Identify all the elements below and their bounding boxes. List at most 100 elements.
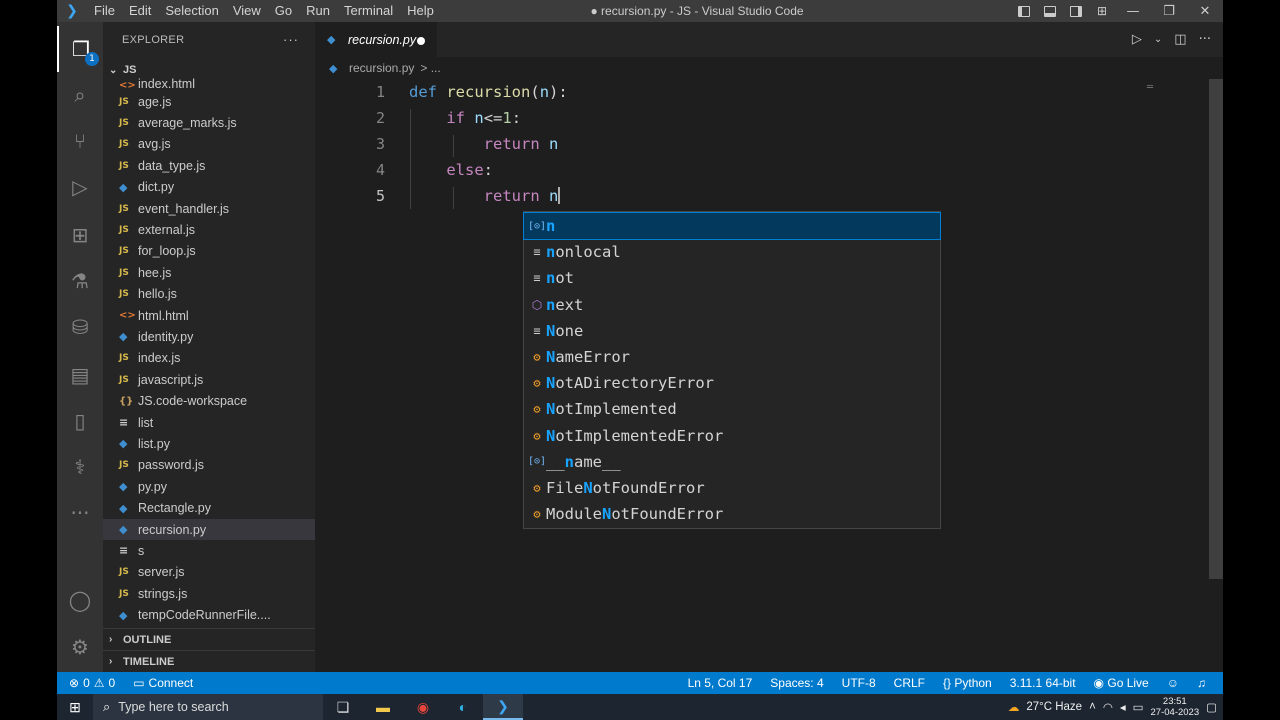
language-mode[interactable]: {} Python bbox=[934, 676, 1001, 690]
account-icon[interactable]: ◯ bbox=[57, 577, 103, 623]
more-icon[interactable]: ··· bbox=[57, 490, 103, 536]
suggestion-item[interactable]: ≡ not bbox=[524, 265, 940, 291]
menu-file[interactable]: File bbox=[87, 0, 122, 22]
menu-run[interactable]: Run bbox=[299, 0, 337, 22]
minimize-button[interactable]: — bbox=[1115, 0, 1151, 22]
task-view-icon[interactable]: ❏ bbox=[323, 694, 363, 720]
files-icon[interactable]: ❐ 1 bbox=[57, 26, 103, 72]
file-item[interactable]: JS strings.js bbox=[103, 583, 315, 604]
suggestion-item[interactable]: ⚙ NameError bbox=[524, 344, 940, 370]
timeline-section[interactable]: › TIMELINE bbox=[103, 650, 315, 672]
python-icon[interactable]: ⚕ bbox=[57, 444, 103, 490]
file-item[interactable]: JS javascript.js bbox=[103, 369, 315, 390]
windows-start-icon[interactable]: ⊞ bbox=[57, 694, 93, 720]
editor-scrollbar[interactable] bbox=[1209, 79, 1223, 579]
file-item[interactable]: JS age.js bbox=[103, 91, 315, 112]
suggestion-item[interactable]: ⚙ NotImplemented bbox=[524, 396, 940, 422]
file-item[interactable]: ◆ Rectangle.py bbox=[103, 497, 315, 518]
file-item[interactable]: <> index.html bbox=[103, 77, 315, 91]
suggestion-item[interactable]: ⚙ FileNotFoundError bbox=[524, 475, 940, 501]
error-count[interactable]: 0 bbox=[83, 676, 90, 690]
file-item[interactable]: ◆ tempCodeRunnerFile.... bbox=[103, 604, 315, 625]
database-icon[interactable]: ⛁ bbox=[57, 304, 103, 350]
split-editor-icon[interactable]: ◫ bbox=[1174, 32, 1186, 47]
file-item[interactable]: ≡ s bbox=[103, 540, 315, 561]
suggestion-item[interactable]: [⊙] __name__ bbox=[524, 449, 940, 475]
restore-button[interactable]: ❐ bbox=[1151, 0, 1187, 22]
run-debug-icon[interactable]: ▷ bbox=[57, 164, 103, 210]
python-interpreter[interactable]: 3.11.1 64-bit bbox=[1001, 676, 1085, 690]
file-item[interactable]: JS average_marks.js bbox=[103, 112, 315, 133]
suggestion-item[interactable]: ⚙ NotImplementedError bbox=[524, 423, 940, 449]
suggestion-item[interactable]: ⚙ NotADirectoryError bbox=[524, 370, 940, 396]
search-icon[interactable]: ⌕ bbox=[57, 72, 103, 118]
file-item[interactable]: ◆ identity.py bbox=[103, 326, 315, 347]
indentation[interactable]: Spaces: 4 bbox=[761, 676, 832, 690]
cursor-position[interactable]: Ln 5, Col 17 bbox=[679, 676, 762, 690]
bookmark-icon[interactable]: ▯ bbox=[57, 398, 103, 444]
file-item[interactable]: ◆ list.py bbox=[103, 433, 315, 454]
source-control-icon[interactable]: ⑂ bbox=[57, 118, 103, 164]
toggle-primary-sidebar-icon[interactable] bbox=[1011, 0, 1037, 22]
weather-text[interactable]: 27°C Haze bbox=[1026, 701, 1082, 713]
battery-icon[interactable]: ▭ bbox=[1133, 700, 1144, 714]
suggestion-item[interactable]: ≡ nonlocal bbox=[524, 239, 940, 265]
outline-section[interactable]: › OUTLINE bbox=[103, 628, 315, 650]
customize-layout-icon[interactable]: ⊞ bbox=[1089, 0, 1115, 22]
close-window-button[interactable]: ✕ bbox=[1187, 0, 1223, 22]
run-file-icon[interactable]: ▷ bbox=[1132, 32, 1142, 47]
file-item[interactable]: ◆ dict.py bbox=[103, 177, 315, 198]
file-item[interactable]: JS data_type.js bbox=[103, 155, 315, 176]
notifications-bell-icon[interactable]: ♫ bbox=[1188, 676, 1215, 690]
encoding[interactable]: UTF-8 bbox=[833, 676, 885, 690]
file-item[interactable]: ≡ list bbox=[103, 412, 315, 433]
end-of-line[interactable]: CRLF bbox=[885, 676, 934, 690]
taskbar-search[interactable]: ⌕ Type here to search bbox=[93, 694, 323, 720]
testing-icon[interactable]: ⚗ bbox=[57, 258, 103, 304]
warnings-icon[interactable]: ⚠ bbox=[94, 676, 105, 690]
file-explorer-icon[interactable]: ▬ bbox=[363, 694, 403, 720]
menu-view[interactable]: View bbox=[226, 0, 268, 22]
file-item[interactable]: JS avg.js bbox=[103, 134, 315, 155]
file-item[interactable]: <> html.html bbox=[103, 305, 315, 326]
file-item[interactable]: JS index.js bbox=[103, 348, 315, 369]
more-actions-icon[interactable]: ··· bbox=[1199, 32, 1211, 47]
warning-count[interactable]: 0 bbox=[109, 676, 116, 690]
suggestion-item[interactable]: ⬡ next bbox=[524, 292, 940, 318]
menu-help[interactable]: Help bbox=[400, 0, 441, 22]
suggestion-item[interactable]: [⊙] n bbox=[523, 211, 941, 241]
breadcrumb-symbols[interactable]: > ... bbox=[420, 61, 440, 75]
tab-recursion-py[interactable]: ◆ recursion.py bbox=[315, 22, 437, 57]
chevron-up-icon[interactable]: ˄ bbox=[1089, 701, 1096, 713]
menu-go[interactable]: Go bbox=[268, 0, 299, 22]
suggestion-item[interactable]: ≡ None bbox=[524, 318, 940, 344]
remote-explorer-icon[interactable]: ▤ bbox=[57, 352, 103, 398]
file-item[interactable]: JS for_loop.js bbox=[103, 241, 315, 262]
toggle-secondary-sidebar-icon[interactable] bbox=[1063, 0, 1089, 22]
file-item[interactable]: JS server.js bbox=[103, 562, 315, 583]
menu-edit[interactable]: Edit bbox=[122, 0, 158, 22]
file-item[interactable]: JS hee.js bbox=[103, 262, 315, 283]
suggestion-item[interactable]: ⚙ ModuleNotFoundError bbox=[524, 501, 940, 527]
go-live-button[interactable]: ◉ Go Live bbox=[1085, 676, 1158, 690]
errors-icon[interactable]: ⊗ bbox=[69, 676, 79, 690]
menu-selection[interactable]: Selection bbox=[158, 0, 225, 22]
connect-button[interactable]: Connect bbox=[149, 676, 194, 690]
wifi-icon[interactable]: ◠ bbox=[1103, 700, 1113, 714]
chevron-down-icon[interactable]: ⌄ bbox=[1154, 34, 1162, 45]
settings-gear-icon[interactable]: ⚙ bbox=[57, 624, 103, 670]
chrome-icon[interactable]: ◉ bbox=[403, 694, 443, 720]
remote-connect-icon[interactable]: ▭ bbox=[133, 676, 144, 690]
clock[interactable]: 23:51 27-04-2023 bbox=[1151, 696, 1200, 718]
breadcrumb-file[interactable]: recursion.py bbox=[349, 61, 414, 75]
more-actions-icon[interactable]: ··· bbox=[283, 32, 299, 47]
vscode-taskbar-icon[interactable]: ❯ bbox=[483, 694, 523, 720]
volume-icon[interactable]: ◂ bbox=[1120, 700, 1126, 714]
edge-icon[interactable]: ◐ bbox=[443, 694, 483, 720]
file-item[interactable]: JS external.js bbox=[103, 219, 315, 240]
unsaved-dot-icon[interactable] bbox=[417, 37, 425, 45]
extensions-icon[interactable]: ⊞ bbox=[57, 212, 103, 258]
file-item[interactable]: ◆ recursion.py bbox=[103, 518, 315, 541]
file-item[interactable]: JS hello.js bbox=[103, 284, 315, 305]
notification-center-icon[interactable]: ▢ bbox=[1206, 700, 1217, 714]
